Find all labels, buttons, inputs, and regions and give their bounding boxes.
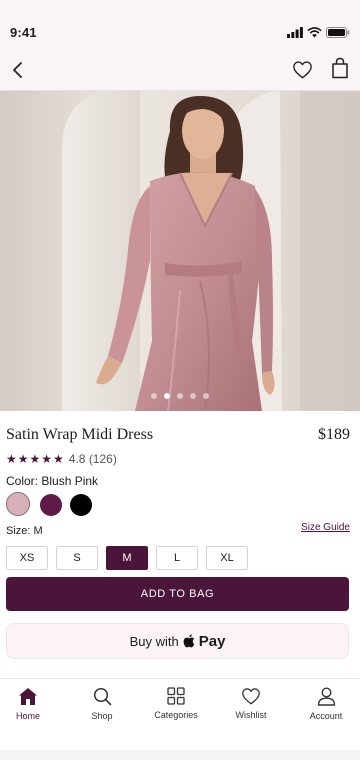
signal-icon xyxy=(287,27,303,38)
battery-icon xyxy=(326,27,350,38)
color-swatch-blush-pink[interactable] xyxy=(7,493,29,515)
status-icons xyxy=(287,27,350,38)
rating-row[interactable]: ★★★★★ 4.8 (126) xyxy=(6,452,117,466)
tab-categories[interactable]: Categories xyxy=(141,687,211,720)
carousel-dot[interactable] xyxy=(190,393,196,399)
product-image-carousel[interactable] xyxy=(0,91,360,411)
rating-count: 4.8 (126) xyxy=(68,452,117,466)
tab-wishlist-label: Wishlist xyxy=(235,710,267,720)
size-option-m[interactable]: M xyxy=(106,546,148,570)
tab-categories-label: Categories xyxy=(154,710,198,720)
heart-icon xyxy=(292,60,312,78)
rating-stars: ★★★★★ xyxy=(6,452,65,466)
color-swatch-plum[interactable] xyxy=(40,494,62,516)
search-icon xyxy=(93,687,111,706)
product-nav-bar xyxy=(0,48,360,91)
status-time: 9:41 xyxy=(10,25,37,40)
size-option-xs[interactable]: XS xyxy=(6,546,48,570)
tab-shop[interactable]: Shop xyxy=(67,687,137,721)
bag-button[interactable] xyxy=(328,55,352,81)
bottom-tab-bar: Home Shop Categories Wishlist Account xyxy=(0,678,360,760)
color-swatch-black[interactable] xyxy=(70,494,92,516)
carousel-dot[interactable] xyxy=(151,393,157,399)
pay-label: Pay xyxy=(198,632,226,650)
carousel-dot-active[interactable] xyxy=(164,393,170,399)
tab-account[interactable]: Account xyxy=(291,687,360,721)
size-selector: XS S M L XL xyxy=(6,546,248,570)
size-guide-link[interactable]: Size Guide xyxy=(301,522,350,533)
grid-icon xyxy=(167,687,185,705)
home-indicator xyxy=(0,750,360,760)
tab-home-label: Home xyxy=(15,711,40,721)
color-label: Color: Blush Pink xyxy=(6,474,99,488)
home-icon xyxy=(19,688,37,705)
chevron-left-icon xyxy=(13,62,22,78)
status-bar: 9:41 xyxy=(0,0,360,48)
shopping-bag-icon xyxy=(332,57,348,79)
tab-home[interactable]: Home xyxy=(0,687,63,721)
product-photo xyxy=(0,91,360,411)
wifi-icon xyxy=(307,27,322,38)
tab-wishlist[interactable]: Wishlist xyxy=(216,687,286,720)
product-title: Satin Wrap Midi Dress xyxy=(6,426,154,443)
tab-shop-label: Shop xyxy=(91,711,113,721)
size-option-l[interactable]: L xyxy=(156,546,198,570)
carousel-dot[interactable] xyxy=(177,393,183,399)
back-button[interactable] xyxy=(4,57,30,83)
user-icon xyxy=(317,687,335,706)
buy-with-apple-pay-button[interactable]: Buy with Pay xyxy=(6,623,349,659)
buy-with-label: Buy with xyxy=(129,633,179,649)
add-to-bag-button[interactable]: ADD TO BAG xyxy=(6,577,349,611)
heart-icon xyxy=(242,688,260,705)
size-option-xl[interactable]: XL xyxy=(206,546,248,570)
size-label: Size: M xyxy=(6,525,43,537)
size-option-s[interactable]: S xyxy=(56,546,98,570)
tab-account-label: Account xyxy=(309,711,343,721)
carousel-dot[interactable] xyxy=(203,393,209,399)
apple-logo-icon xyxy=(183,634,195,648)
wishlist-button[interactable] xyxy=(290,57,314,81)
product-price: $189 xyxy=(318,426,350,443)
carousel-dots xyxy=(0,393,360,399)
